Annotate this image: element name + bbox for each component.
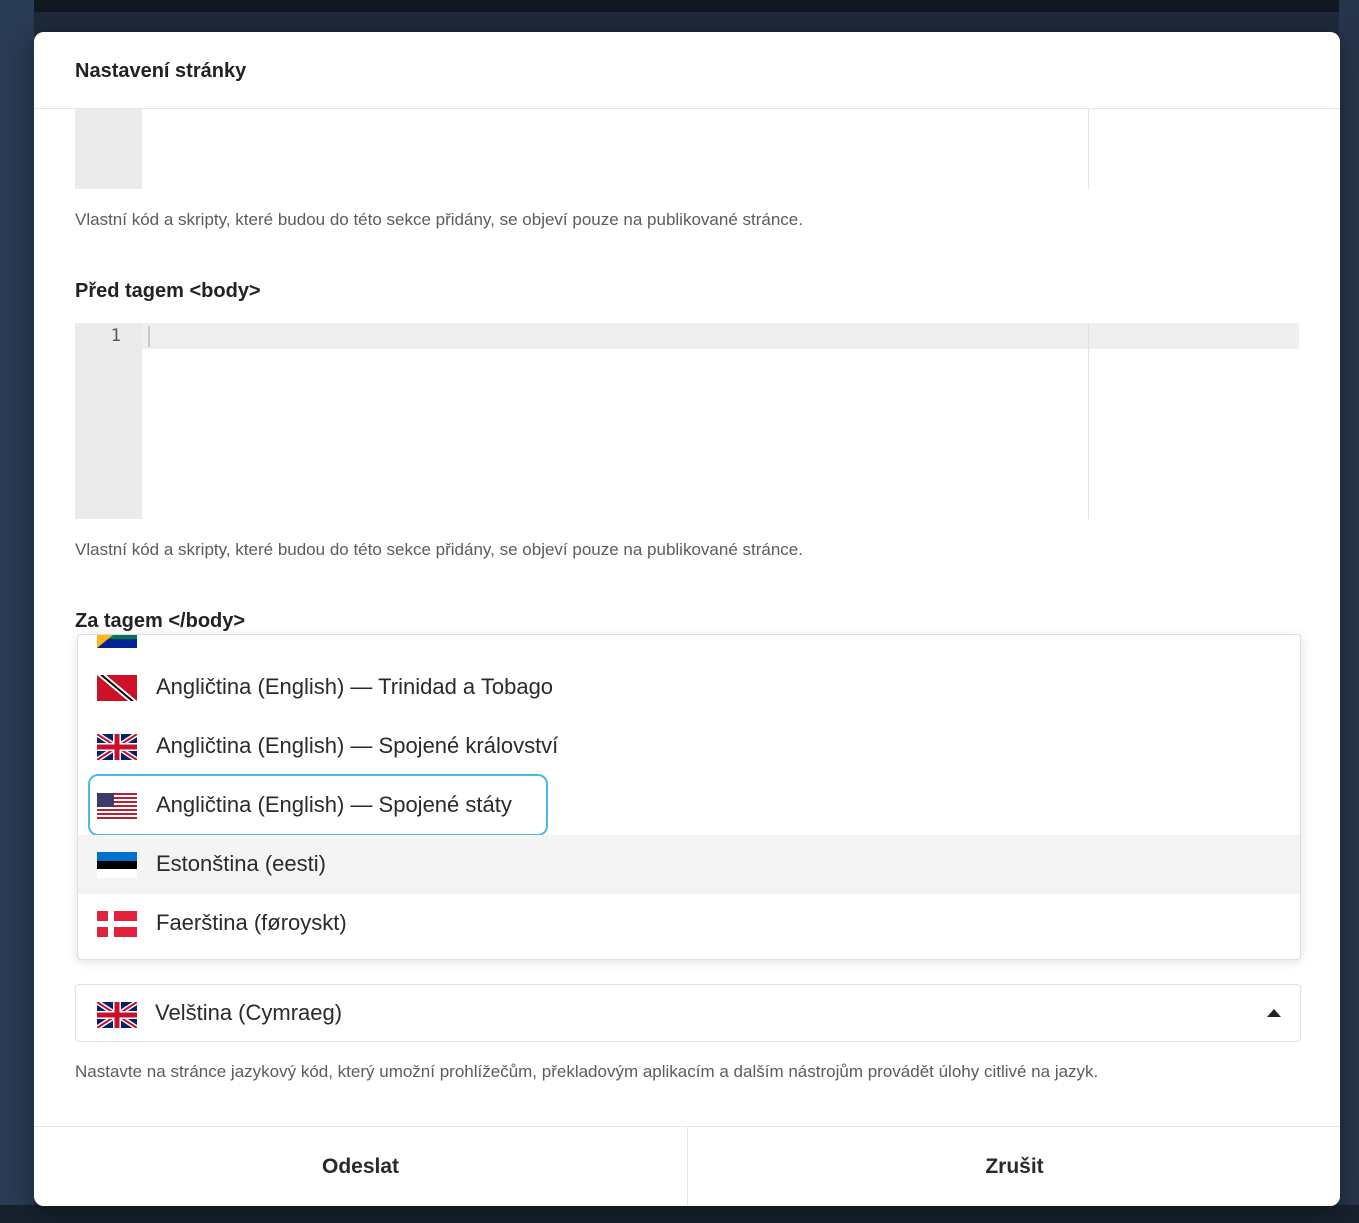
- dropdown-option[interactable]: Angličtina (English) — Trinidad a Tobago: [78, 658, 1300, 717]
- editor-line-number: 1: [110, 326, 121, 346]
- background-bottom: [0, 1205, 1359, 1223]
- language-select[interactable]: Velština (Cymraeg): [75, 984, 1301, 1042]
- us-flag-icon: [97, 793, 137, 819]
- option-label: Angličtina (English) — Spojené státy: [156, 792, 512, 817]
- before-body-code-editor[interactable]: 1: [75, 323, 1299, 519]
- trinidad-tobago-flag-icon: [97, 675, 137, 701]
- option-label: Angličtina (English) — Trinidad a Tobago: [156, 674, 554, 699]
- uk-flag-icon: [97, 1002, 137, 1028]
- editor-print-margin: [1088, 108, 1089, 189]
- option-label: Estonština (eesti): [156, 851, 326, 876]
- language-help: Nastavte na stránce jazykový kód, který …: [75, 1062, 1099, 1081]
- editor-gutter: [75, 108, 142, 189]
- head-code-editor[interactable]: [75, 108, 1299, 189]
- after-body-label: Za tagem </body>: [75, 610, 246, 632]
- background-left: [0, 0, 34, 1223]
- modal-header: Nastavení stránky: [34, 32, 1340, 109]
- faroe-flag-icon: [97, 911, 137, 937]
- background-right: [1339, 0, 1359, 1223]
- estonia-flag-icon: [97, 852, 137, 878]
- before-body-label: Před tagem <body>: [75, 280, 261, 302]
- cancel-button[interactable]: Zrušit: [688, 1127, 1340, 1206]
- page-settings-modal: Nastavení stránky Vlastní kód a skripty,…: [34, 32, 1340, 1206]
- option-label: Faerština (føroyskt): [156, 910, 347, 935]
- south-africa-flag-icon: [97, 635, 137, 648]
- dropdown-option-focused[interactable]: Angličtina (English) — Spojené státy: [78, 774, 1300, 836]
- dropdown-option-hovered[interactable]: Estonština (eesti): [78, 835, 1300, 894]
- background-top: [0, 0, 1359, 12]
- language-dropdown-list[interactable]: Angličtina (English) — Trinidad a Tobago…: [77, 634, 1301, 960]
- editor-cursor: [148, 326, 150, 347]
- option-label: Angličtina (English) — Spojené královstv…: [156, 733, 559, 758]
- editor-active-line: [142, 323, 1299, 349]
- editor-print-margin: [1088, 323, 1089, 519]
- uk-flag-icon: [97, 734, 137, 760]
- modal-title: Nastavení stránky: [75, 60, 247, 82]
- head-code-help: Vlastní kód a skripty, které budou do té…: [75, 210, 803, 229]
- submit-button[interactable]: Odeslat: [34, 1127, 687, 1206]
- dropdown-option[interactable]: Faerština (føroyskt): [78, 894, 1300, 953]
- caret-up-icon[interactable]: [1267, 1009, 1281, 1017]
- editor-gutter: [75, 323, 142, 519]
- dropdown-option[interactable]: Angličtina (English) — Spojené královstv…: [78, 717, 1300, 776]
- before-body-help: Vlastní kód a skripty, které budou do té…: [75, 540, 803, 559]
- modal-footer: Odeslat Zrušit: [34, 1126, 1340, 1206]
- selected-language: Velština (Cymraeg): [155, 1000, 343, 1025]
